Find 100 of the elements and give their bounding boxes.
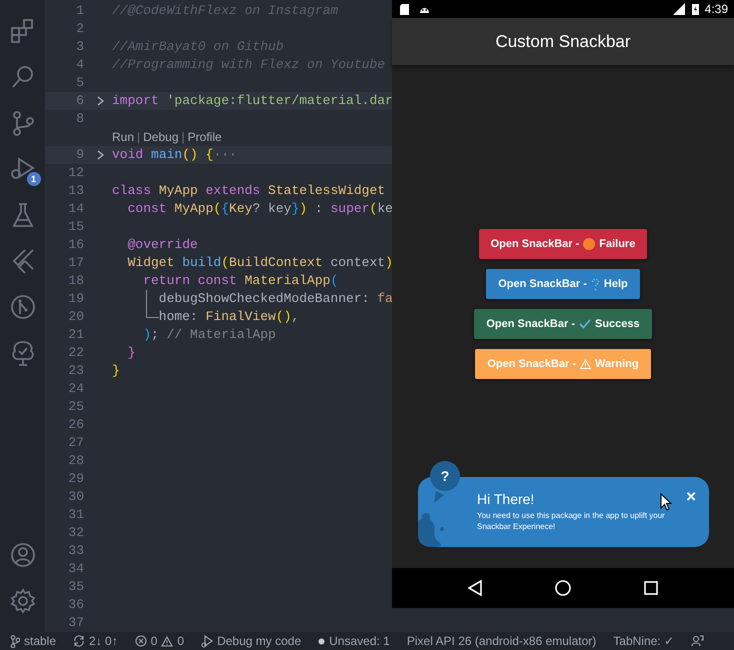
code-token: //Programming with Flexz on Youtube xyxy=(112,56,386,74)
line-number: 1 xyxy=(75,2,85,20)
line-number: 12 xyxy=(67,164,85,182)
battery-charging-icon xyxy=(692,3,699,15)
help-bubble: ? xyxy=(430,461,460,491)
snackbar-button[interactable]: Open SnackBar - Help xyxy=(486,269,640,299)
line-number: 30 xyxy=(67,488,85,506)
dot-icon xyxy=(318,638,326,644)
line-number: 19 xyxy=(67,290,85,308)
codelens-link[interactable]: Debug xyxy=(143,128,179,146)
home-icon[interactable] xyxy=(554,580,571,596)
code-token: import xyxy=(112,92,160,110)
status-item[interactable]: stable xyxy=(24,632,56,650)
code-token: return const xyxy=(143,272,238,290)
separator: | xyxy=(137,129,140,146)
snackbar-button[interactable]: Open SnackBar - Success xyxy=(474,309,652,339)
line-number: 3 xyxy=(75,38,85,56)
warning-icon xyxy=(161,636,174,646)
app-bar-title: Custom Snackbar xyxy=(495,30,631,53)
line-number: 5 xyxy=(75,74,85,92)
code-token: extends xyxy=(206,182,262,200)
notification-badge: 1 xyxy=(26,172,40,186)
bubble-tail-icon xyxy=(434,490,444,503)
status-item[interactable]: TabNine: ✓ xyxy=(613,632,674,650)
close-button[interactable]: × xyxy=(683,488,699,506)
warning-count[interactable]: 0 xyxy=(177,632,184,650)
code-token: } xyxy=(112,362,120,380)
code-token: BuildContext xyxy=(229,254,324,272)
line-number: 6 xyxy=(75,92,85,110)
snackbar-button[interactable]: Open SnackBar - Failure xyxy=(478,229,648,259)
person-icon[interactable] xyxy=(690,635,704,647)
error-count[interactable]: 0 xyxy=(150,632,158,650)
lte-signal-icon xyxy=(672,3,686,15)
code-token: : xyxy=(314,200,324,218)
status-item[interactable]: Pixel API 26 (android-x86 emulator) xyxy=(406,632,596,650)
git-graph-icon[interactable] xyxy=(8,293,36,321)
code-token: MyApp xyxy=(158,182,199,200)
account-icon[interactable] xyxy=(8,541,36,569)
code-token: @override xyxy=(128,236,198,254)
line-number: 25 xyxy=(67,398,85,416)
circle-icon xyxy=(583,238,596,250)
code-token: FinalView xyxy=(206,308,276,326)
warning-icon xyxy=(580,359,592,369)
code-token: ? key xyxy=(252,200,292,218)
line-number: 31 xyxy=(67,506,85,524)
code-token: ) xyxy=(143,326,152,344)
code-token: ) xyxy=(299,200,308,218)
code-token: const xyxy=(128,200,168,218)
status-item[interactable]: Unsaved: 1 xyxy=(329,632,390,650)
check-icon xyxy=(578,319,591,329)
chevron-icon[interactable] xyxy=(96,150,104,160)
mouse-cursor-icon xyxy=(660,492,672,511)
code-token: StatelessWidget xyxy=(268,182,386,200)
line-number: 29 xyxy=(67,470,85,488)
line-number: 34 xyxy=(67,560,85,578)
settings-icon[interactable] xyxy=(8,587,36,615)
line-number: 4 xyxy=(75,56,85,74)
line-number: 21 xyxy=(67,326,85,344)
codelens-link[interactable]: Run xyxy=(112,128,134,146)
line-number: 20 xyxy=(67,308,85,326)
error-icon xyxy=(134,635,147,647)
question-icon xyxy=(590,278,600,290)
line-number: 27 xyxy=(67,434,85,452)
code-token: //AmirBayat0 on Github xyxy=(112,38,284,56)
code-token: build xyxy=(182,254,222,272)
line-number: 9 xyxy=(75,146,85,164)
line-number: 16 xyxy=(67,236,85,254)
code-token: ; xyxy=(151,326,160,344)
code-token: , xyxy=(291,308,300,326)
status-item[interactable]: Debug my code xyxy=(217,632,302,650)
code-token: ( xyxy=(221,254,230,272)
code-token: MyApp xyxy=(174,200,214,218)
code-token: ke xyxy=(377,200,392,218)
code-token: ( xyxy=(213,200,222,218)
snackbar-title: Hi There! xyxy=(477,491,534,507)
sync-icon xyxy=(73,635,86,647)
recents-icon[interactable] xyxy=(644,581,658,595)
fold-ellipsis[interactable]: ··· xyxy=(213,146,237,164)
codelens-link[interactable]: Profile xyxy=(188,128,222,146)
code-token: { xyxy=(221,200,230,218)
line-number: 14 xyxy=(67,200,85,218)
code-token: fa xyxy=(377,290,392,308)
code-token: void xyxy=(112,146,144,164)
sd-card-icon xyxy=(400,4,409,14)
snackbar-message: You need to use this package in the app to uplift your Snackbar Experinece! xyxy=(477,510,666,532)
code-token: MaterialApp xyxy=(244,272,330,290)
line-number: 32 xyxy=(67,524,85,542)
line-number: 28 xyxy=(67,452,85,470)
code-token: ( xyxy=(330,272,338,290)
status-item[interactable]: 2↓ 0↑ xyxy=(89,632,118,650)
line-number: 15 xyxy=(67,218,85,236)
back-icon[interactable] xyxy=(468,580,482,596)
line-number: 35 xyxy=(67,578,85,596)
line-number: 24 xyxy=(67,380,85,398)
code-token: ( xyxy=(370,200,378,218)
chevron-icon[interactable] xyxy=(96,96,104,106)
code-token: home: xyxy=(158,308,199,326)
code-token: main xyxy=(151,146,182,164)
line-number: 8 xyxy=(75,110,85,128)
code-token: 'package:flutter/material.dar xyxy=(166,92,392,110)
